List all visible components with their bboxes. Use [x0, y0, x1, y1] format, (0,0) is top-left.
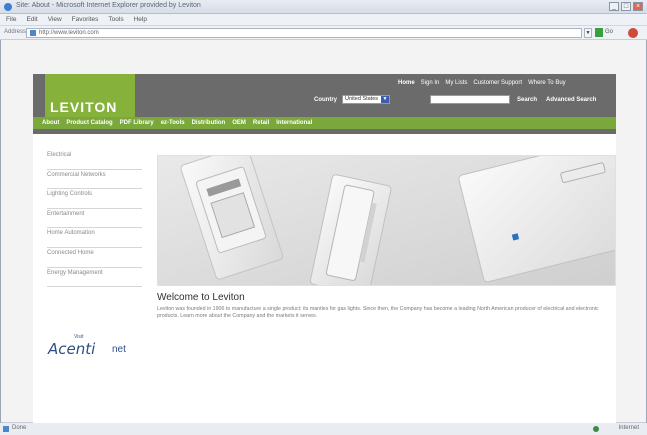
welcome-body-text: Leviton was founded in 1906 to manufactu…: [157, 306, 599, 319]
zone-text: Internet: [618, 425, 639, 431]
globe-icon: [593, 426, 599, 432]
nav-retail[interactable]: Retail: [253, 120, 269, 126]
top-nav-home[interactable]: Home: [398, 80, 415, 86]
hero-product-illustration: [158, 156, 615, 285]
top-nav-sign-in[interactable]: Sign In: [421, 80, 440, 86]
window-controls: _ □ ×: [609, 2, 643, 11]
address-bar: Address http://www.leviton.com ▼ Go: [0, 26, 647, 40]
status-page-icon: [3, 426, 9, 432]
menu-favorites[interactable]: Favorites: [72, 16, 99, 23]
side-nav-home-automation[interactable]: Home Automation: [47, 228, 142, 248]
menu-tools[interactable]: Tools: [108, 16, 123, 23]
advanced-search-link[interactable]: Advanced Search: [546, 97, 596, 103]
search-input[interactable]: [430, 95, 510, 104]
close-icon[interactable]: ×: [633, 2, 643, 11]
menu-edit[interactable]: Edit: [26, 16, 37, 23]
nav-international[interactable]: International: [276, 120, 312, 126]
country-select[interactable]: United States ▼: [342, 95, 390, 104]
acenti-wordmark: Acenti: [48, 340, 96, 358]
side-nav-connected-home[interactable]: Connected Home: [47, 248, 142, 268]
top-nav-my-lists[interactable]: My Lists: [445, 80, 467, 86]
side-nav-entertainment[interactable]: Entertainment: [47, 209, 142, 229]
go-button[interactable]: Go: [605, 29, 613, 35]
page-icon: [30, 30, 36, 36]
window-title: Site: About - Microsoft Internet Explore…: [16, 2, 201, 9]
top-nav-where-to-buy[interactable]: Where To Buy: [528, 80, 566, 86]
acenti-net-logo[interactable]: Visit Acenti net: [48, 334, 148, 360]
side-nav-commercial-networks[interactable]: Commercial Networks: [47, 170, 142, 190]
address-dropdown-icon[interactable]: ▼: [584, 28, 592, 38]
status-text: Done: [12, 425, 27, 431]
maximize-icon[interactable]: □: [621, 2, 631, 11]
go-arrow-icon[interactable]: [595, 28, 603, 37]
nav-oem[interactable]: OEM: [232, 120, 246, 126]
side-nav-lighting-controls[interactable]: Lighting Controls: [47, 189, 142, 209]
nav-ez-tools[interactable]: ez-Tools: [161, 120, 185, 126]
top-nav: Home Sign In My Lists Customer Support W…: [398, 80, 566, 86]
ie-icon: [4, 3, 12, 11]
menu-view[interactable]: View: [48, 16, 62, 23]
country-label: Country: [314, 97, 337, 103]
side-nav: Electrical Commercial Networks Lighting …: [47, 150, 142, 288]
menu-file[interactable]: File: [6, 16, 16, 23]
extension-icon[interactable]: [628, 28, 638, 38]
menu-help[interactable]: Help: [134, 16, 147, 23]
side-nav-energy-management[interactable]: Energy Management: [47, 268, 142, 288]
url-text[interactable]: http://www.leviton.com: [39, 30, 99, 36]
title-bar: Site: About - Microsoft Internet Explore…: [0, 0, 647, 14]
acenti-net-label: net: [112, 344, 126, 355]
chevron-down-icon[interactable]: ▼: [381, 96, 389, 103]
logo-text: LEVITON: [50, 99, 118, 115]
nav-about[interactable]: About: [42, 120, 59, 126]
status-bar: Done Internet: [0, 423, 647, 435]
address-field[interactable]: http://www.leviton.com: [26, 28, 582, 38]
menu-bar: File Edit View Favorites Tools Help: [0, 14, 647, 26]
side-nav-electrical[interactable]: Electrical: [47, 150, 142, 170]
address-label: Address: [4, 29, 27, 35]
top-nav-customer-support[interactable]: Customer Support: [473, 80, 522, 86]
nav-product-catalog[interactable]: Product Catalog: [66, 120, 112, 126]
leviton-logo[interactable]: LEVITON: [45, 74, 135, 123]
page-title: Welcome to Leviton: [157, 292, 245, 303]
country-value: United States: [345, 96, 379, 102]
nav-distribution[interactable]: Distribution: [192, 120, 226, 126]
nav-pdf-library[interactable]: PDF Library: [120, 120, 154, 126]
main-nav: About Product Catalog PDF Library ez-Too…: [33, 117, 616, 129]
hero-image[interactable]: [157, 155, 616, 286]
search-button[interactable]: Search: [517, 97, 537, 103]
minimize-icon[interactable]: _: [609, 2, 619, 11]
